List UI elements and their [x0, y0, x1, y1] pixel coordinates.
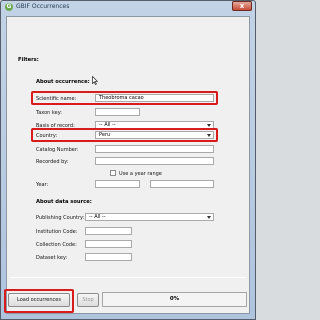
window-title: GBIF Occurrences	[16, 3, 70, 10]
progress-text: 0%	[169, 296, 180, 302]
taxon-key-input[interactable]	[95, 108, 140, 116]
scientific-name-input[interactable]: Theobroma cacao	[95, 94, 214, 102]
progress-bar: 0%	[102, 292, 247, 307]
year-label: Year:	[36, 182, 49, 188]
dialog-body	[6, 16, 250, 314]
country-label: Country:	[36, 133, 58, 139]
dataset-key-label: Dataset key:	[36, 255, 68, 261]
recorded-by-input[interactable]	[95, 157, 214, 165]
institution-code-label: Institution Code:	[36, 229, 78, 235]
chevron-down-icon	[207, 216, 211, 219]
scientific-name-label: Scientific name:	[36, 96, 77, 102]
gbif-app-icon: G	[5, 3, 13, 11]
recorded-by-label: Recorded by:	[36, 159, 69, 165]
taxon-key-label: Taxon key:	[36, 110, 62, 116]
year-range-label: Use a year range	[119, 171, 162, 177]
filters-heading: Filters:	[18, 57, 39, 63]
catalog-number-input[interactable]	[95, 145, 214, 153]
country-value: Peru	[99, 132, 111, 138]
occurrence-section-heading: About occurrence:	[36, 79, 90, 85]
stop-button[interactable]: Stop	[77, 293, 99, 307]
catalog-number-label: Catalog Number:	[36, 147, 79, 153]
collection-code-label: Collection Code:	[36, 242, 77, 248]
publishing-country-value: -- All --	[89, 214, 106, 220]
close-button[interactable]: x	[232, 1, 252, 11]
publishing-country-label: Publishing Country:	[36, 215, 85, 221]
button-bar-separator	[10, 277, 246, 278]
dataset-key-input[interactable]	[85, 253, 132, 261]
publishing-country-select[interactable]: -- All --	[85, 213, 214, 221]
year-range-checkbox[interactable]	[110, 170, 116, 176]
load-occurrences-button[interactable]: Load occurrences	[8, 293, 70, 307]
institution-code-input[interactable]	[85, 227, 132, 235]
mouse-cursor-icon	[92, 76, 98, 85]
year-input[interactable]	[95, 180, 140, 188]
chevron-down-icon	[207, 134, 211, 137]
collection-code-input[interactable]	[85, 240, 132, 248]
year-to-input[interactable]	[150, 180, 214, 188]
data-source-section-heading: About data source:	[36, 199, 92, 205]
country-select[interactable]: Peru	[95, 131, 214, 139]
chevron-down-icon	[207, 124, 211, 127]
